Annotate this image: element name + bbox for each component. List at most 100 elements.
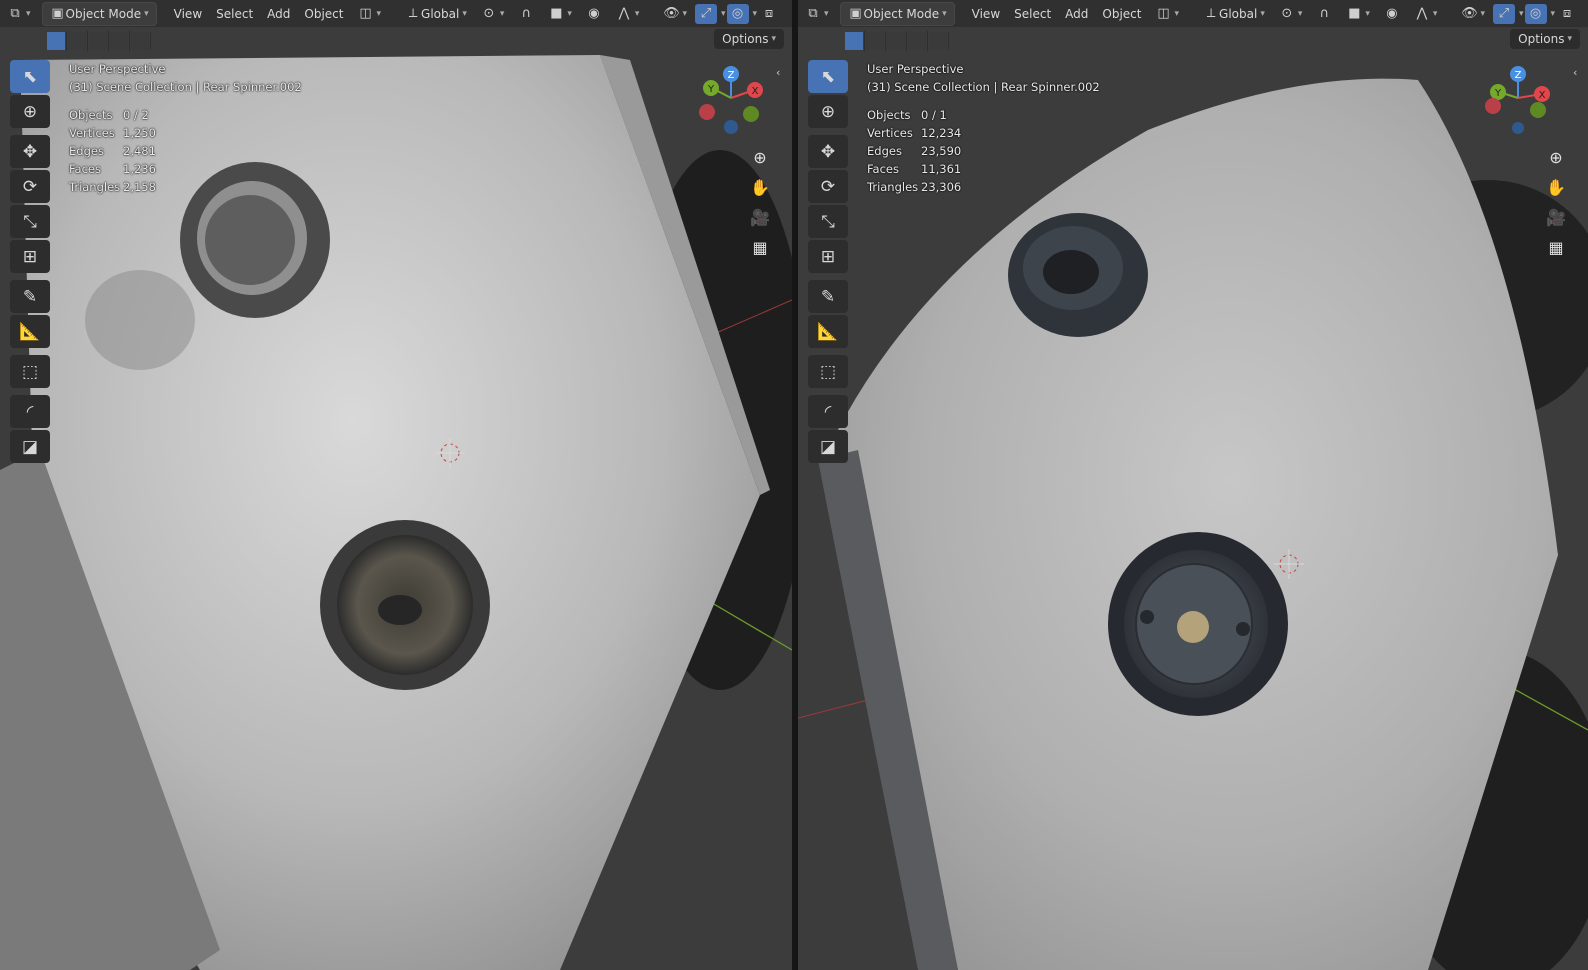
menu-object[interactable]: Object [297,3,350,25]
inset-icon: ◪ [21,436,39,457]
navigation-gizmo[interactable]: Z X Y [1483,62,1553,134]
options-dropdown[interactable]: Options ▾ [714,29,784,49]
visibility-dropdown[interactable]: 👁 ▾ [1454,3,1492,25]
snap-toggle[interactable]: ∩ [1309,3,1339,25]
object-options-button[interactable]: ◫ ▾ [1149,3,1187,25]
bevel-tool[interactable]: ◜ [10,395,50,428]
pivot-dropdown[interactable]: ⊙ ▾ [474,3,512,25]
measure-tool[interactable]: 📐 [808,315,848,348]
scale-tool[interactable]: ⤡ [10,205,50,238]
select-box-tool[interactable]: ⬉ [10,60,50,93]
selection-mode-group[interactable] [46,31,151,51]
navigation-tools: ⊕ ✋ 🎥 ▦ [748,142,772,262]
menu-view[interactable]: View [965,3,1007,25]
transform-tool[interactable]: ⊞ [808,240,848,273]
pivot-icon: ⊙ [483,6,495,21]
gizmo-toggle[interactable]: ⤢ [1492,3,1515,24]
annotate-tool[interactable]: ✎ [808,280,848,313]
proportional-edit-toggle[interactable]: ◉ [579,3,609,25]
tool-settings-bar: Options ▾ [0,27,792,54]
select-new-icon[interactable] [844,31,864,51]
overlay-toggle[interactable]: ◎ [1524,3,1547,24]
inset-tool[interactable]: ◪ [10,430,50,463]
proportional-edit-toggle[interactable]: ◉ [1377,3,1407,25]
stat-row: Objects 0 / 2 [69,108,149,122]
editor-type-button[interactable]: ⧉ ▾ [798,3,836,25]
sidebar-toggle-icon[interactable]: ‹ [776,66,780,79]
cursor-tool[interactable]: ⊕ [808,95,848,128]
xray-toggle[interactable]: ⧈ [758,4,780,24]
bevel-tool[interactable]: ◜ [808,395,848,428]
stat-row: Vertices 12,234 [867,126,962,140]
pan-hand-icon[interactable]: ✋ [1544,172,1568,202]
menu-object[interactable]: Object [1095,3,1148,25]
mode-dropdown[interactable]: ▣ Object Mode ▾ [839,1,955,26]
snap-dropdown[interactable]: ■ ▾ [541,3,579,25]
rotate-tool[interactable]: ⟳ [10,170,50,203]
pivot-dropdown[interactable]: ⊙ ▾ [1272,3,1310,25]
menu-add[interactable]: Add [1058,3,1095,25]
add-cube-tool[interactable]: ⬚ [10,355,50,388]
select-invert-icon[interactable] [109,31,129,51]
navigation-gizmo[interactable]: Z X Y [696,62,766,134]
bevel-icon: ◜ [824,401,832,422]
viewport-left[interactable]: ⧉ ▾ ▣ Object Mode ▾ View Select Add Object… [0,0,792,970]
zoom-icon[interactable]: ⊕ [1544,142,1568,172]
grid-icon[interactable]: ▦ [748,232,772,262]
select-new-icon[interactable] [46,31,66,51]
falloff-dropdown[interactable]: ⋀ ▾ [609,3,647,25]
mode-dropdown[interactable]: ▣ Object Mode ▾ [41,1,157,26]
menu-select[interactable]: Select [1007,3,1058,25]
select-extend-icon[interactable] [865,31,885,51]
select-subtract-icon[interactable] [886,31,906,51]
select-box-tool[interactable]: ⬉ [808,60,848,93]
move-tool[interactable]: ✥ [10,135,50,168]
visibility-dropdown[interactable]: 👁 ▾ [656,3,694,25]
annotate-tool[interactable]: ✎ [10,280,50,313]
overlay-toggle[interactable]: ◎ [726,3,749,24]
cube-icon: ⬚ [21,361,39,382]
pan-hand-icon[interactable]: ✋ [748,172,772,202]
inset-tool[interactable]: ◪ [808,430,848,463]
select-intersect-icon[interactable] [928,31,948,51]
scale-icon: ⤡ [23,211,37,232]
stat-row: Edges 23,590 [867,144,962,158]
orientation-dropdown[interactable]: ⟂ Global ▾ [1196,3,1272,25]
menu-select[interactable]: Select [209,3,260,25]
sidebar-toggle-icon[interactable]: ‹ [1573,66,1577,79]
move-tool[interactable]: ✥ [808,135,848,168]
mode-label: Object Mode [65,6,142,21]
menu-add[interactable]: Add [260,3,297,25]
crosshair-icon: ⊕ [820,101,836,122]
zoom-icon[interactable]: ⊕ [748,142,772,172]
select-intersect-icon[interactable] [130,31,150,51]
selection-mode-group[interactable] [844,31,949,51]
camera-icon[interactable]: 🎥 [748,202,772,232]
falloff-dropdown[interactable]: ⋀ ▾ [1407,3,1445,25]
gizmo-toggle[interactable]: ⤢ [694,3,717,24]
select-extend-icon[interactable] [67,31,87,51]
rotate-tool[interactable]: ⟳ [808,170,848,203]
orientation-dropdown[interactable]: ⟂ Global ▾ [398,3,474,25]
viewport-right[interactable]: ⧉ ▾ ▣ Object Mode ▾ View Select Add Object… [798,0,1588,970]
cursor-tool[interactable]: ⊕ [10,95,50,128]
overlay-icon: ◎ [731,6,744,21]
snap-toggle[interactable]: ∩ [511,3,541,25]
snap-dropdown[interactable]: ■ ▾ [1339,3,1377,25]
object-options-button[interactable]: ◫ ▾ [351,3,389,25]
menu-view[interactable]: View [167,3,209,25]
editor-type-button[interactable]: ⧉ ▾ [0,3,38,25]
collection-label: (31) Scene Collection | Rear Spinner.002 [69,80,302,94]
grid-icon[interactable]: ▦ [1544,232,1568,262]
scale-tool[interactable]: ⤡ [808,205,848,238]
proportional-icon: ◉ [588,6,600,21]
select-invert-icon[interactable] [907,31,927,51]
add-cube-tool[interactable]: ⬚ [808,355,848,388]
transform-tool[interactable]: ⊞ [10,240,50,273]
select-subtract-icon[interactable] [88,31,108,51]
xray-toggle[interactable]: ⧈ [1556,4,1578,24]
crosshair-icon: ⊕ [22,101,38,122]
measure-tool[interactable]: 📐 [10,315,50,348]
options-dropdown[interactable]: Options ▾ [1510,29,1580,49]
camera-icon[interactable]: 🎥 [1544,202,1568,232]
